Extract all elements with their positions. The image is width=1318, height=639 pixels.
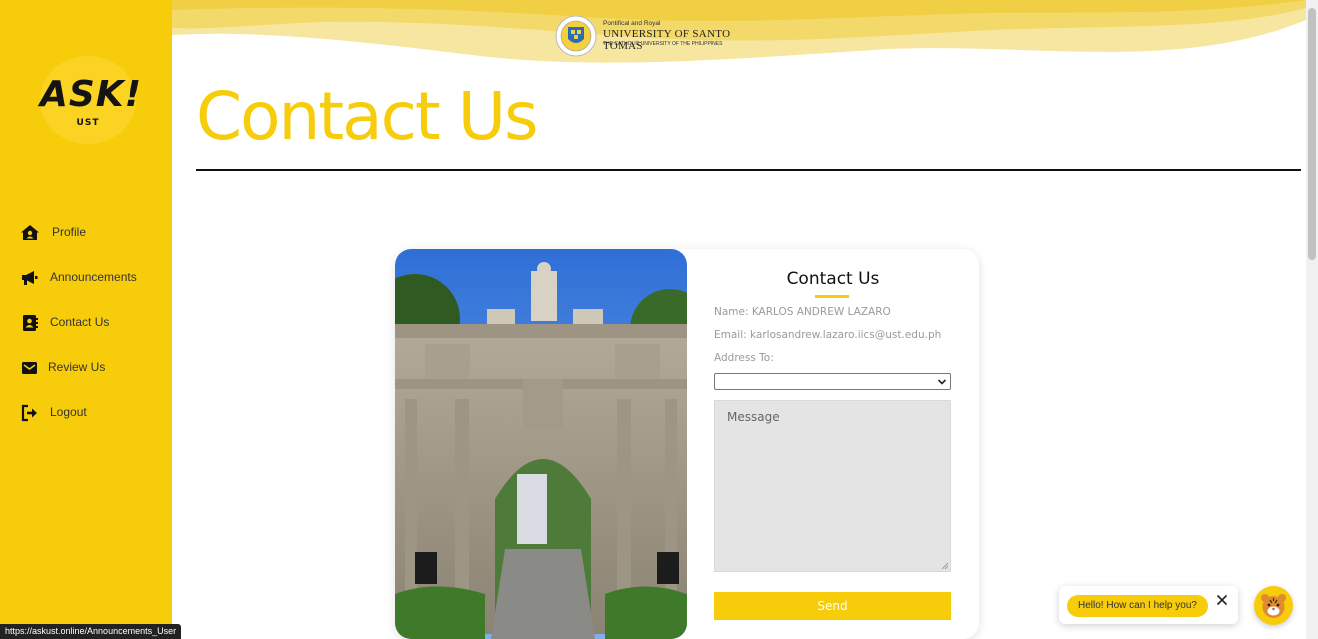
logo-text: ASK! <box>40 74 143 115</box>
ust-arch-photo <box>395 249 687 639</box>
sidebar-item-label: Profile <box>52 225 87 239</box>
sidebar-item-profile[interactable]: Profile <box>0 212 172 257</box>
sidebar-item-label: Announcements <box>50 270 137 284</box>
page-scrollbar[interactable] <box>1306 0 1318 639</box>
form-title-underline <box>815 295 849 298</box>
close-icon[interactable] <box>1215 593 1229 607</box>
ust-seal-icon <box>555 15 597 57</box>
university-tagline: Pontifical and Royal <box>603 20 661 27</box>
university-subtitle: THE CATHOLIC UNIVERSITY OF THE PHILIPPIN… <box>603 41 723 47</box>
sidebar-item-label: Review Us <box>48 360 106 374</box>
sidebar-item-announcements[interactable]: Announcements <box>0 257 172 302</box>
home-user-icon <box>21 225 39 240</box>
form-title: Contact Us <box>786 269 880 289</box>
user-name-text: Name: KARLOS ANDREW LAZARO <box>714 306 891 318</box>
sidebar: ASK! UST Profile Announcements Contact U… <box>0 0 172 639</box>
page-title: Contact Us <box>196 78 538 155</box>
address-to-select[interactable] <box>714 373 951 390</box>
message-textarea[interactable]: Message <box>714 400 951 572</box>
sidebar-item-label: Contact Us <box>50 315 110 329</box>
chatbot-launcher-button[interactable] <box>1254 586 1293 625</box>
contact-card: Contact Us Name: KARLOS ANDREW LAZARO Em… <box>395 249 979 639</box>
logo-subtext: UST <box>76 118 100 128</box>
sidebar-item-contact-us[interactable]: Contact Us <box>0 302 172 347</box>
send-button[interactable]: Send <box>714 592 951 620</box>
scrollbar-thumb[interactable] <box>1308 8 1316 260</box>
sidebar-item-logout[interactable]: Logout <box>0 392 172 437</box>
megaphone-icon <box>22 271 38 285</box>
envelope-icon <box>22 362 37 374</box>
tiger-mascot-icon <box>1261 594 1286 618</box>
chat-greeting-popup: Hello! How can I help you? <box>1059 586 1238 624</box>
resize-handle-icon[interactable] <box>941 562 948 569</box>
status-bar-url: https://askust.online/Announcements_User <box>0 624 182 639</box>
address-to-label: Address To: <box>714 352 774 364</box>
message-placeholder: Message <box>727 410 780 424</box>
title-divider <box>196 169 1301 171</box>
chevron-down-icon <box>937 379 947 385</box>
logout-icon <box>21 404 37 422</box>
user-email-text: Email: karlosandrew.lazaro.iics@ust.edu.… <box>714 329 942 341</box>
sidebar-item-review-us[interactable]: Review Us <box>0 347 172 392</box>
university-name: UNIVERSITY OF SANTO TOMAS <box>603 28 731 52</box>
contact-book-icon <box>23 315 38 331</box>
sidebar-nav: Profile Announcements Contact Us Review … <box>0 212 172 437</box>
ust-header-logo: Pontifical and Royal UNIVERSITY OF SANTO… <box>555 15 760 59</box>
sidebar-item-label: Logout <box>50 405 87 419</box>
ask-ust-logo[interactable]: ASK! UST <box>40 56 143 144</box>
chat-greeting-text[interactable]: Hello! How can I help you? <box>1067 595 1208 617</box>
